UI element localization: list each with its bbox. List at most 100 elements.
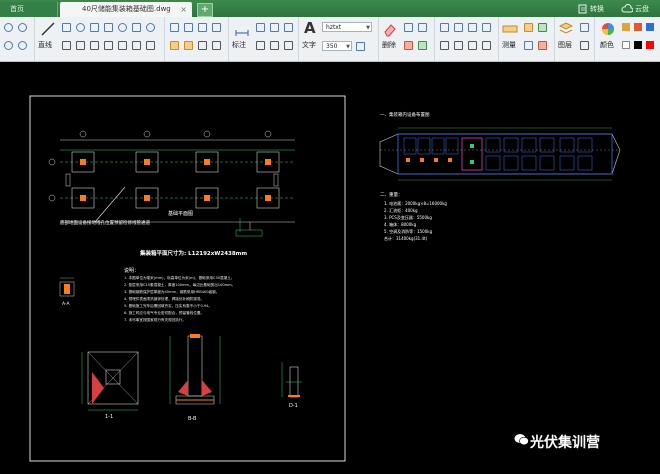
swatch-blue[interactable] — [646, 23, 654, 31]
select-window-icon[interactable] — [454, 23, 463, 32]
extend-icon[interactable] — [198, 41, 207, 50]
image-icon[interactable] — [468, 41, 477, 50]
measure-arc-icon[interactable] — [538, 41, 547, 50]
measure-angle-icon[interactable] — [538, 23, 547, 32]
layer-off-icon[interactable] — [580, 41, 589, 50]
notes-heading: 说明： — [124, 268, 140, 274]
quick-select-icon[interactable] — [482, 23, 491, 32]
color-label[interactable]: 颜色 — [600, 40, 614, 50]
match-props-icon[interactable] — [404, 41, 413, 50]
coordinate-icon[interactable] — [524, 41, 533, 50]
straight-line-label[interactable]: 直线 — [38, 40, 52, 50]
convert-icon[interactable] — [578, 4, 588, 14]
zoom-extents-icon[interactable] — [18, 41, 27, 50]
note-line: 5. 基础施工完毕后需回填夯实，压实系数不小于0.94。 — [124, 304, 213, 308]
mirror-icon[interactable] — [212, 23, 221, 32]
eraser-icon[interactable] — [382, 21, 398, 37]
text-size-select[interactable]: 350 ▼ — [322, 41, 352, 51]
polyline-icon[interactable] — [62, 23, 71, 32]
aligned-dim-icon[interactable] — [256, 23, 265, 32]
copy-icon[interactable] — [184, 23, 193, 32]
zoom-in-icon[interactable] — [4, 23, 13, 32]
tab-active-drawing[interactable]: 40尺储能集装箱基础图.dwg × — [60, 2, 192, 17]
rectangle-icon[interactable] — [104, 23, 113, 32]
swatch-gold[interactable] — [622, 23, 630, 31]
layer-label[interactable]: 图层 — [558, 40, 572, 50]
text-style-icon[interactable] — [356, 42, 365, 51]
drawing-canvas[interactable]: 基础平面图 底部地面设备接地线孔位置预留检修线管通道 集装箱平面尺寸为: L12… — [0, 62, 660, 474]
zoom-window-icon[interactable] — [4, 41, 13, 50]
compare-icon[interactable] — [482, 41, 491, 50]
block-icon[interactable] — [146, 41, 155, 50]
line-tool-icon[interactable] — [40, 21, 56, 37]
revcloud-icon[interactable] — [90, 41, 99, 50]
weight-line: 2. 汇流柜：400kg — [384, 208, 418, 213]
chevron-down-icon: ▼ — [366, 25, 370, 31]
section-b-b-detail — [169, 334, 221, 405]
delete-label[interactable]: 删除 — [382, 40, 396, 50]
convert-link[interactable]: 转换 — [590, 3, 604, 15]
swatch-black[interactable] — [634, 41, 642, 49]
select-crossing-icon[interactable] — [468, 23, 477, 32]
chat-bubbles-icon — [514, 434, 529, 446]
ribbon-toolbar: 直线 标注 A 文字 hztxt ▼ 350 ▼ 删除 测量 图层 颜色 — [0, 17, 660, 62]
color-wheel-icon[interactable] — [600, 21, 616, 37]
triangle-icon[interactable] — [76, 41, 85, 50]
weight-line: 1. 电池簇：2000kg×8=16000kg — [384, 201, 447, 206]
rotate-icon[interactable] — [198, 23, 207, 32]
baseline-dim-icon[interactable] — [270, 41, 279, 50]
redo-icon[interactable] — [418, 23, 427, 32]
radius-dim-icon[interactable] — [284, 23, 293, 32]
leader-icon[interactable] — [256, 41, 265, 50]
donut-icon[interactable] — [146, 23, 155, 32]
chevron-down-icon: ▼ — [346, 44, 350, 50]
layout-icon[interactable] — [440, 41, 449, 50]
watermark-text: 光伏集训营 — [530, 435, 600, 451]
cloud-icon[interactable] — [621, 4, 633, 14]
plan-note: 底部地面设备接地线孔位置预留检修线管通道 — [60, 221, 150, 226]
font-select[interactable]: hztxt ▼ — [322, 22, 372, 32]
measure-area-icon[interactable] — [524, 23, 533, 32]
tab-home[interactable]: 首页 — [0, 2, 58, 17]
layer-freeze-icon[interactable] — [580, 23, 589, 32]
hatch-icon[interactable] — [104, 41, 113, 50]
weight-line: 4. 箱体：8000kg — [384, 222, 417, 227]
point-icon[interactable] — [132, 41, 141, 50]
trim-icon[interactable] — [184, 41, 193, 50]
fillet-icon[interactable] — [212, 41, 221, 50]
pan-icon[interactable] — [440, 23, 449, 32]
table-icon[interactable] — [454, 41, 463, 50]
arc-icon[interactable] — [90, 23, 99, 32]
offset-icon[interactable] — [170, 41, 179, 50]
annotation-label[interactable]: 标注 — [232, 40, 246, 50]
dimension-icon[interactable] — [234, 21, 250, 37]
measure-label[interactable]: 测量 — [502, 40, 516, 50]
continue-dim-icon[interactable] — [284, 41, 293, 50]
highlight-icon[interactable] — [418, 41, 427, 50]
erase-group: 删除 — [378, 17, 435, 61]
layout-title: 一、集装箱内设备布置图 — [380, 113, 430, 118]
section-a-label: A-A — [62, 302, 70, 307]
ruler-icon[interactable] — [502, 21, 518, 37]
text-tool-icon[interactable]: A — [304, 19, 316, 37]
ellipse-icon[interactable] — [118, 23, 127, 32]
zoom-out-icon[interactable] — [18, 23, 27, 32]
undo-icon[interactable] — [404, 23, 413, 32]
weight-line: 5. 空调及消防等：1500kg — [384, 229, 433, 234]
new-tab-button[interactable]: + — [197, 3, 213, 17]
text-label[interactable]: 文字 — [302, 40, 316, 50]
circle-icon[interactable] — [76, 23, 85, 32]
region-icon[interactable] — [118, 41, 127, 50]
polygon-icon[interactable] — [62, 41, 71, 50]
container-dims-title: 集装箱平面尺寸为: L12192xW2438mm — [140, 251, 248, 257]
swatch-red[interactable] — [646, 41, 654, 49]
angular-dim-icon[interactable] — [270, 23, 279, 32]
tab-close-icon[interactable]: × — [180, 2, 187, 17]
spline-icon[interactable] — [132, 23, 141, 32]
swatch-orange[interactable] — [634, 23, 642, 31]
cloud-link[interactable]: 云盘 — [635, 3, 649, 15]
swatch-white[interactable] — [622, 41, 630, 49]
drawing-svg[interactable] — [0, 62, 660, 474]
move-icon[interactable] — [170, 23, 179, 32]
layers-icon[interactable] — [558, 21, 574, 37]
